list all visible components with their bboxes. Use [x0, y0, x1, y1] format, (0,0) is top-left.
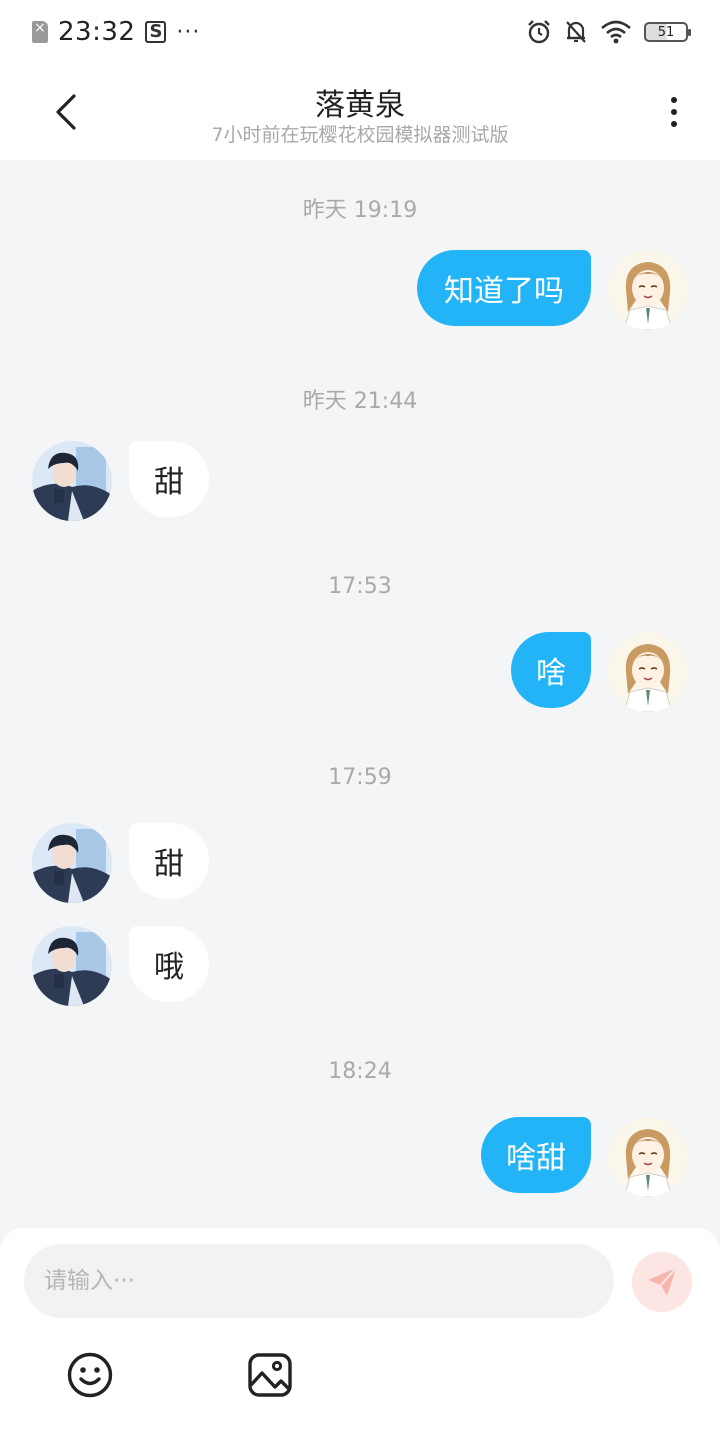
boy-avatar-image	[32, 926, 112, 1006]
boy-avatar-image	[32, 823, 112, 903]
screenshot-app-icon: S	[145, 21, 167, 43]
incoming-message-bubble[interactable]: 甜	[129, 441, 209, 517]
girl-avatar-image	[608, 632, 688, 712]
more-vertical-icon	[671, 121, 677, 127]
incoming-message-bubble[interactable]: 甜	[129, 823, 209, 899]
contact-status: 7小时前在玩樱花校园模拟器测试版	[211, 124, 509, 146]
status-left: 23:32 S ···	[32, 17, 200, 47]
wifi-icon	[601, 20, 631, 44]
more-notifications-icon: ···	[176, 19, 201, 45]
chat-header: 落黄泉 7小时前在玩樱花校园模拟器测试版	[0, 64, 720, 160]
message-input[interactable]	[24, 1244, 614, 1318]
outgoing-message-bubble[interactable]: 啥甜	[481, 1117, 591, 1193]
bell-off-icon	[566, 21, 586, 43]
outgoing-message-bubble[interactable]: 知道了吗	[417, 250, 591, 326]
my-avatar[interactable]	[608, 632, 688, 712]
girl-avatar-image	[608, 250, 688, 330]
incoming-message-bubble[interactable]: 哦	[129, 926, 209, 1002]
status-right: 51	[526, 19, 691, 45]
paper-plane-icon	[648, 1267, 677, 1296]
message-timestamp: 昨天 19:19	[302, 198, 418, 223]
contact-avatar[interactable]	[32, 823, 112, 903]
status-bar: 23:32 S ··· 51	[0, 0, 720, 64]
emoji-button[interactable]	[65, 1350, 115, 1400]
my-avatar[interactable]	[608, 1117, 688, 1197]
more-options-button[interactable]	[658, 92, 690, 132]
message-timestamp: 18:24	[328, 1059, 392, 1084]
image-button[interactable]	[245, 1350, 295, 1400]
more-vertical-icon	[671, 109, 677, 115]
boy-avatar-image	[32, 441, 112, 521]
send-button[interactable]	[632, 1252, 692, 1312]
message-timestamp: 17:59	[328, 765, 392, 790]
message-timestamp: 昨天 21:44	[302, 389, 418, 414]
contact-avatar[interactable]	[32, 926, 112, 1006]
battery-indicator: 51	[644, 22, 691, 42]
alarm-icon	[528, 20, 550, 44]
image-icon	[248, 1353, 292, 1397]
input-panel	[0, 1228, 720, 1436]
contact-name: 落黄泉	[315, 88, 405, 123]
smiley-icon	[67, 1352, 113, 1398]
my-avatar[interactable]	[608, 250, 688, 330]
sim-card-icon	[32, 20, 48, 43]
status-time: 23:32	[58, 17, 136, 47]
message-timestamp: 17:53	[328, 574, 392, 599]
more-vertical-icon	[671, 97, 677, 103]
contact-avatar[interactable]	[32, 441, 112, 521]
outgoing-message-bubble[interactable]: 啥	[511, 632, 591, 708]
girl-avatar-image	[608, 1117, 688, 1197]
